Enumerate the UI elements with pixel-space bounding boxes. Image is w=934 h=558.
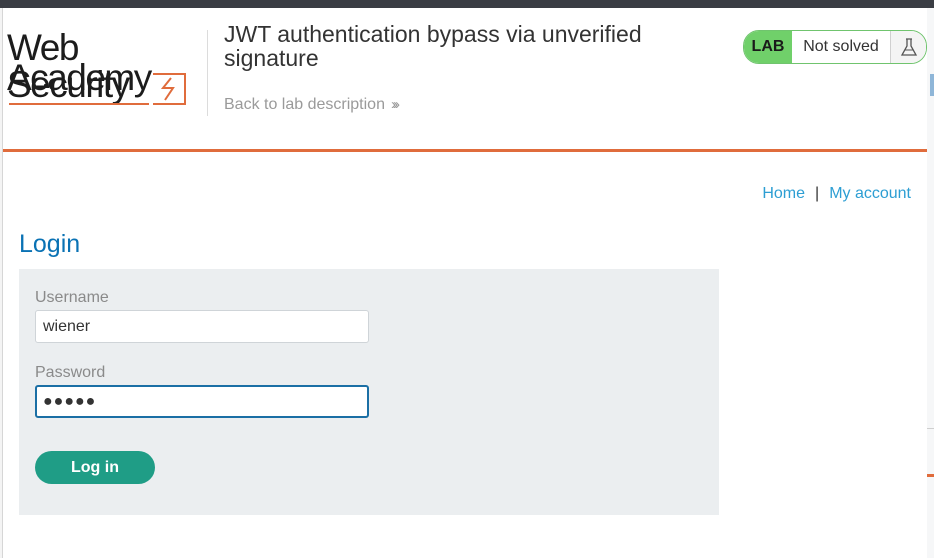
login-form: Username wiener Password ●●●●● Log in <box>19 269 719 515</box>
lab-window: Web Security Academy JWT authentication … <box>2 8 927 558</box>
back-to-lab-description-link[interactable]: Back to lab description ››› <box>224 96 400 114</box>
web-security-academy-logo[interactable]: Web Security Academy <box>7 26 203 105</box>
page-title: Login <box>19 230 81 258</box>
top-nav: Home | My account <box>762 185 911 203</box>
lab-status-badge: LAB Not solved <box>743 30 927 64</box>
password-label: Password <box>35 364 106 381</box>
username-label: Username <box>35 289 109 306</box>
username-input[interactable]: wiener <box>35 310 369 343</box>
academy-header: Web Security Academy JWT authentication … <box>3 8 927 152</box>
double-chevron-right-icon: ››› <box>390 96 400 113</box>
password-input[interactable]: ●●●●● <box>35 385 369 418</box>
lab-status-text: Not solved <box>803 38 879 55</box>
logo-bolt-icon <box>9 73 186 105</box>
background-page-strip <box>926 8 934 558</box>
lab-tag: LAB <box>744 31 792 63</box>
nav-separator: | <box>815 185 820 202</box>
my-account-link[interactable]: My account <box>829 185 911 202</box>
home-link[interactable]: Home <box>762 185 805 202</box>
browser-top-bar <box>0 0 934 8</box>
log-in-button[interactable]: Log in <box>35 451 155 484</box>
header-divider <box>207 30 208 116</box>
lab-title: JWT authentication bypass via unverified… <box>224 21 642 71</box>
flask-icon <box>890 31 926 63</box>
header-accent-rule <box>3 149 927 152</box>
